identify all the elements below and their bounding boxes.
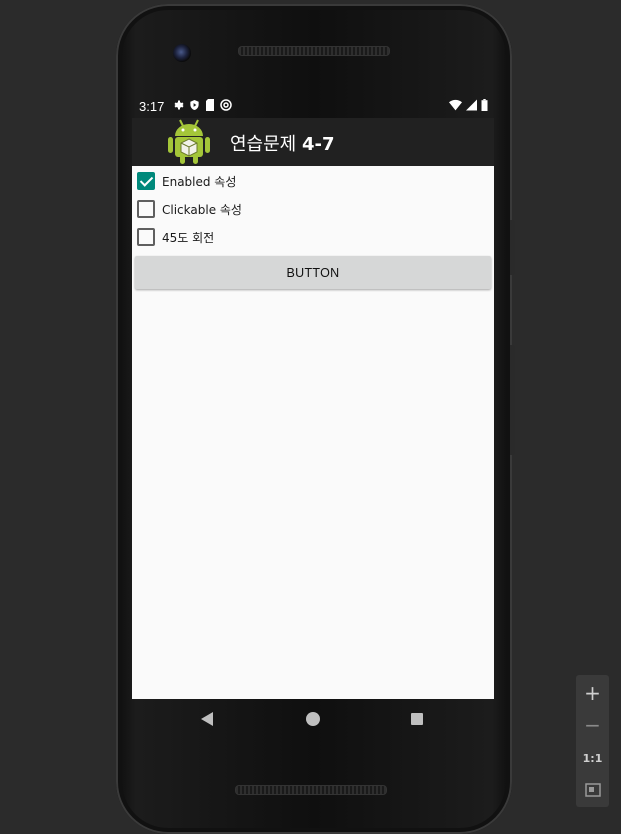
wifi-icon: [449, 99, 462, 111]
app-screen: 연습문제 4-7 Enabled 속성 Clickable 속성 45도 회전 …: [132, 118, 494, 699]
emulator-toolbar: + − 1:1: [576, 675, 609, 807]
signal-icon: [466, 99, 477, 111]
checkbox-rotate-45-box[interactable]: [137, 228, 155, 246]
home-icon[interactable]: [306, 712, 320, 726]
top-speaker: [238, 46, 390, 56]
main-button[interactable]: BUTTON: [135, 256, 491, 289]
app-title: 연습문제 4-7: [230, 130, 335, 156]
app-title-number: 4-7: [301, 134, 335, 155]
checkbox-enabled[interactable]: Enabled 속성: [137, 171, 236, 191]
checkbox-enabled-box[interactable]: [137, 172, 155, 190]
navigation-bar: [132, 699, 494, 741]
recents-icon[interactable]: [411, 713, 423, 725]
do-not-disturb-icon: [220, 99, 232, 111]
shield-icon: [190, 99, 199, 111]
status-time: 3:17: [139, 99, 165, 114]
status-bar: 3:17: [132, 96, 494, 118]
volume-button: [510, 220, 515, 275]
status-icons-right: [449, 99, 488, 111]
power-button: [510, 345, 515, 455]
back-icon[interactable]: [201, 712, 213, 726]
front-camera: [173, 44, 191, 62]
sd-card-icon: [206, 99, 214, 111]
zoom-out-button[interactable]: −: [576, 709, 609, 741]
android-robot-icon: [168, 119, 210, 164]
battery-icon: [481, 99, 488, 111]
checkbox-clickable[interactable]: Clickable 속성: [137, 199, 242, 219]
action-bar: 연습문제 4-7: [132, 118, 494, 166]
status-icons-left: [172, 99, 232, 111]
settings-icon: [174, 100, 184, 110]
checkbox-rotate-45[interactable]: 45도 회전: [137, 227, 214, 247]
actual-size-button[interactable]: 1:1: [576, 742, 609, 774]
app-title-text: 연습문제: [230, 134, 302, 155]
fit-screen-icon: [584, 783, 601, 797]
fit-screen-button[interactable]: [576, 774, 609, 806]
zoom-in-button[interactable]: +: [576, 677, 609, 709]
bottom-speaker: [235, 785, 387, 795]
checkbox-enabled-label: Enabled 속성: [162, 174, 237, 189]
checkbox-clickable-label: Clickable 속성: [162, 202, 242, 217]
checkbox-rotate-45-label: 45도 회전: [162, 230, 215, 245]
checkbox-clickable-box[interactable]: [137, 200, 155, 218]
